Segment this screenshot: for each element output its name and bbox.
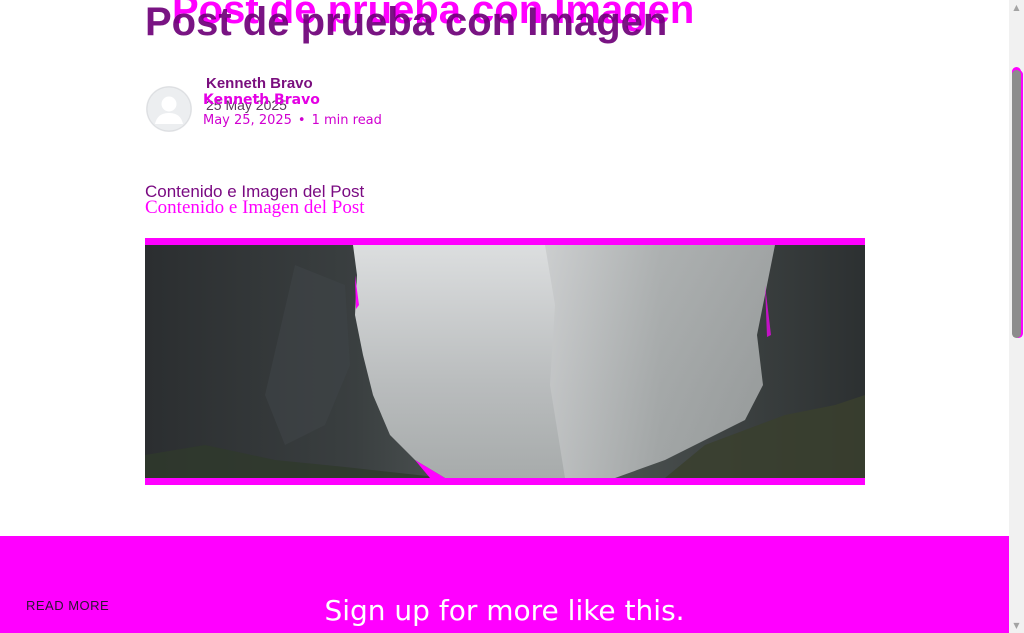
post-title: Post de prueba con Imagen [145,0,668,44]
user-icon [146,86,192,132]
post-image [145,238,865,485]
author-avatar[interactable] [146,86,192,132]
canyon-fog-image [145,245,865,478]
post-meta: May 25, 2025 • 1 min read [203,113,382,128]
post-page: Post de prueba con Imagen Post de prueba… [0,0,1024,633]
author-name-overlay[interactable]: Kenneth Bravo [203,92,320,108]
read-more-link[interactable]: READ MORE [26,598,109,613]
read-time: 1 min read [311,113,382,128]
scroll-up-icon[interactable]: ▲ [1009,0,1024,15]
scroll-down-icon[interactable]: ▼ [1009,618,1024,633]
meta-separator: • [297,113,306,128]
signup-banner: Sign up for more like this. [0,536,1009,633]
signup-title: Sign up for more like this. [324,594,685,627]
post-content-overlay: Contenido e Imagen del Post [145,197,365,218]
post-date-overlay: May 25, 2025 [203,113,292,128]
scrollbar-thumb[interactable] [1012,70,1021,338]
vertical-scrollbar[interactable]: ▲ ▼ [1009,0,1024,633]
author-name-link[interactable]: Kenneth Bravo [206,75,313,92]
